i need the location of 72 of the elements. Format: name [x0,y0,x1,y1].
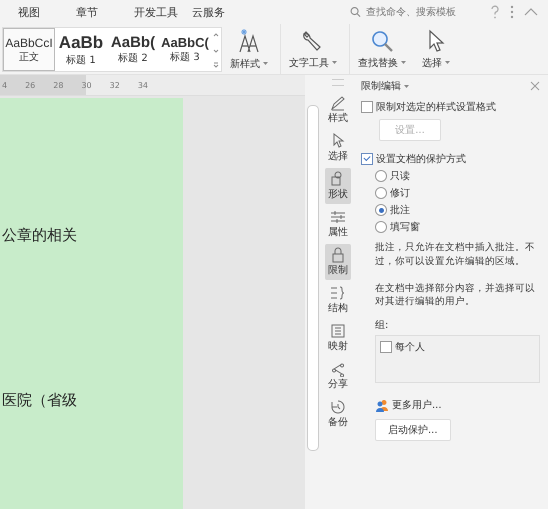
side-tool[interactable]: 选择 [325,130,351,166]
menu-tab[interactable]: 云服务 [192,4,240,20]
hint-text: 在文档中选择部分内容，并选择可以对其进行编辑的用户。 [375,282,536,310]
more-users-link[interactable]: 更多用户... [392,398,442,412]
checkbox[interactable] [361,101,373,113]
document-text: 公章的相关 [2,226,77,245]
caret-icon [401,61,406,64]
caret-icon [445,61,450,64]
collapse-icon[interactable] [524,8,538,16]
grip-icon [332,79,344,86]
checkbox-row[interactable]: 设置文档的保护方式 [361,152,540,166]
users-icon [375,398,389,412]
style-item[interactable]: AaBbC( 标题 3 [159,28,211,71]
structure-icon [330,285,346,301]
style-item[interactable]: AaBbCcI 正文 [3,28,55,71]
radio-button[interactable] [375,170,387,182]
pointer-icon [427,28,445,52]
more-icon[interactable] [510,5,514,19]
checkbox[interactable] [361,153,373,165]
caret-icon [332,61,337,64]
style-item[interactable]: AaBb( 标题 2 [107,28,159,71]
side-tool[interactable]: 限制 [325,244,351,280]
ribbon-tool[interactable]: 文字工具 [280,24,345,74]
ruler: 4 26 28 30 32 34 [0,75,305,96]
ribbon-tool[interactable]: 新样式 [222,24,276,74]
side-tool[interactable]: 备份 [325,396,351,432]
side-tool[interactable]: 分享 [325,358,351,394]
radio-button[interactable] [375,187,387,199]
checkbox-label: 限制对选定的样式设置格式 [376,100,496,114]
checkbox[interactable] [380,341,392,354]
map-icon [330,323,346,339]
radio-label: 只读 [390,170,410,183]
side-tool[interactable]: 结构 [325,282,351,318]
caret-icon[interactable] [404,84,409,88]
radio-label: 修订 [390,187,410,200]
side-tool[interactable]: 形状 [325,168,351,204]
side-tool[interactable]: 映射 [325,320,351,356]
menu-tab[interactable]: 开发工具 [134,4,182,20]
clock-icon [330,399,346,415]
ribbon-tool[interactable]: 选择 [414,24,458,74]
checkbox-label: 设置文档的保护方式 [376,152,466,166]
tool-label: 选择 [422,56,442,70]
share-icon [330,361,346,377]
tool-label: 文字工具 [289,56,329,70]
menu-tab[interactable]: 视图 [18,4,66,20]
radio-button[interactable] [375,204,387,216]
search-icon [350,6,361,18]
pen-icon [330,95,346,111]
close-icon[interactable] [530,81,540,91]
checkbox-row[interactable]: 限制对选定的样式设置格式 [361,100,540,114]
menu-tab[interactable]: 章节 [76,4,124,20]
group-label: 组: [375,319,390,332]
side-tool[interactable]: 属性 [325,206,351,242]
radio-label: 批注 [390,204,410,217]
checkbox-label: 每个人 [395,341,425,354]
document-text: 医院（省级 [2,391,77,410]
search-field[interactable]: 查找命令、搜索模板 [350,6,480,18]
lock-icon [330,247,346,263]
start-protection-button[interactable]: 启动保护... [375,419,451,442]
radio-label: 填写窗 [390,220,420,234]
radio-button[interactable] [375,221,387,233]
tool-label: 新样式 [230,58,260,70]
caret-icon [263,62,268,65]
mode-description: 批注，只允许在文档中插入批注。不过，你可以设置允许编辑的区域。 [375,241,536,269]
ribbon-tool[interactable]: 查找替换 [349,24,414,74]
side-tool[interactable]: 样式 [325,92,351,128]
search-icon [370,28,394,52]
sliders-icon [330,209,346,225]
panel-title[interactable]: 限制编辑 [361,79,401,93]
tool-label: 查找替换 [358,56,398,70]
style-item[interactable]: AaBb 标题 1 [55,28,107,71]
help-icon[interactable] [490,5,500,19]
